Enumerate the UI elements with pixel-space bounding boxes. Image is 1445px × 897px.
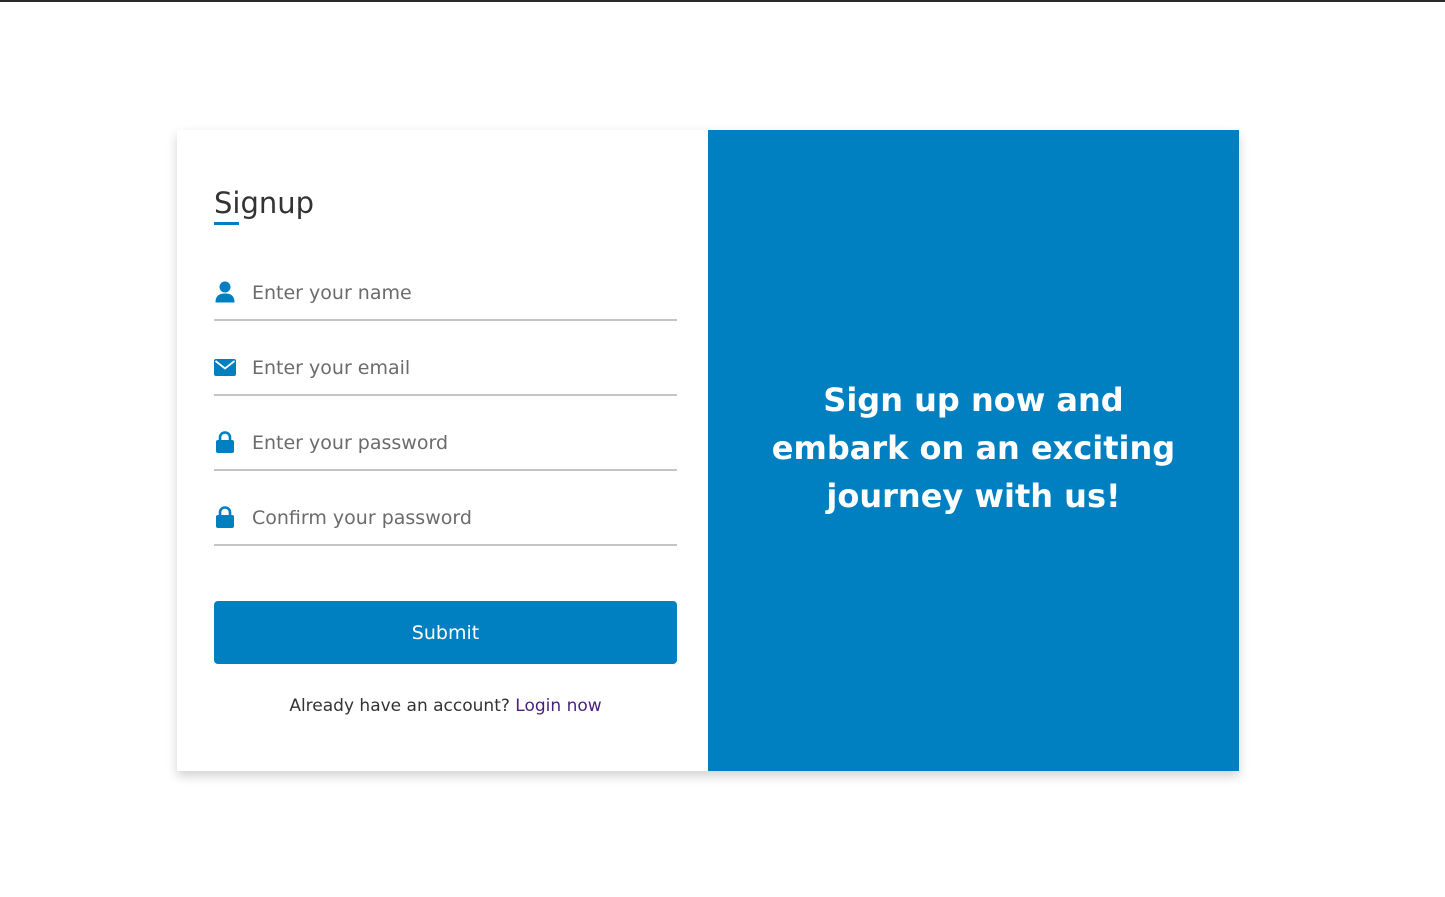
name-input[interactable]: [252, 269, 672, 317]
login-link[interactable]: Login now: [515, 696, 601, 716]
user-icon: [214, 281, 236, 303]
envelope-icon: [214, 356, 236, 378]
signup-card: Signup Enter your name Enter your email …: [177, 130, 1239, 771]
password-input[interactable]: [252, 419, 672, 467]
name-field: [214, 269, 677, 321]
signup-form-panel: Signup Enter your name Enter your email …: [177, 130, 708, 771]
email-field: [214, 344, 677, 396]
confirm-password-field: [214, 494, 677, 546]
submit-button[interactable]: Submit: [214, 601, 677, 664]
email-input[interactable]: [252, 344, 672, 392]
login-row: Already have an account? Login now: [214, 696, 677, 716]
page-title: Signup: [214, 186, 315, 220]
top-border: [0, 0, 1445, 2]
promo-panel: Sign up now and embark on an exciting jo…: [708, 130, 1239, 771]
lock-icon: [214, 431, 236, 453]
confirm-password-input[interactable]: [252, 494, 672, 542]
password-field: [214, 419, 677, 471]
title-underline: [214, 222, 239, 225]
promo-text: Sign up now and embark on an exciting jo…: [771, 380, 1176, 515]
login-prompt: Already have an account?: [289, 696, 516, 716]
lock-icon: [214, 506, 236, 528]
